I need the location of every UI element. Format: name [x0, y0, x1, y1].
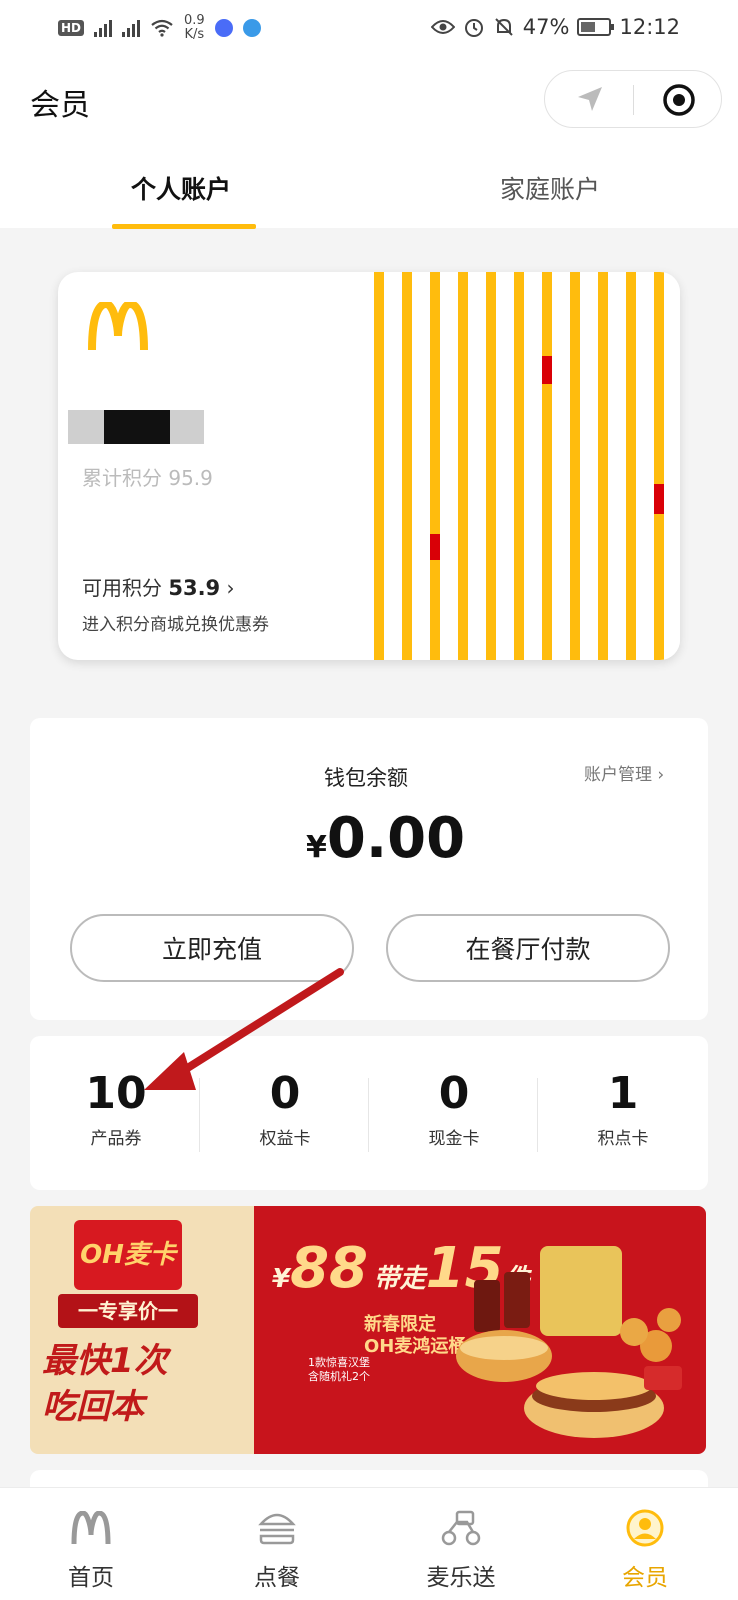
annotation-arrow [144, 968, 344, 1090]
